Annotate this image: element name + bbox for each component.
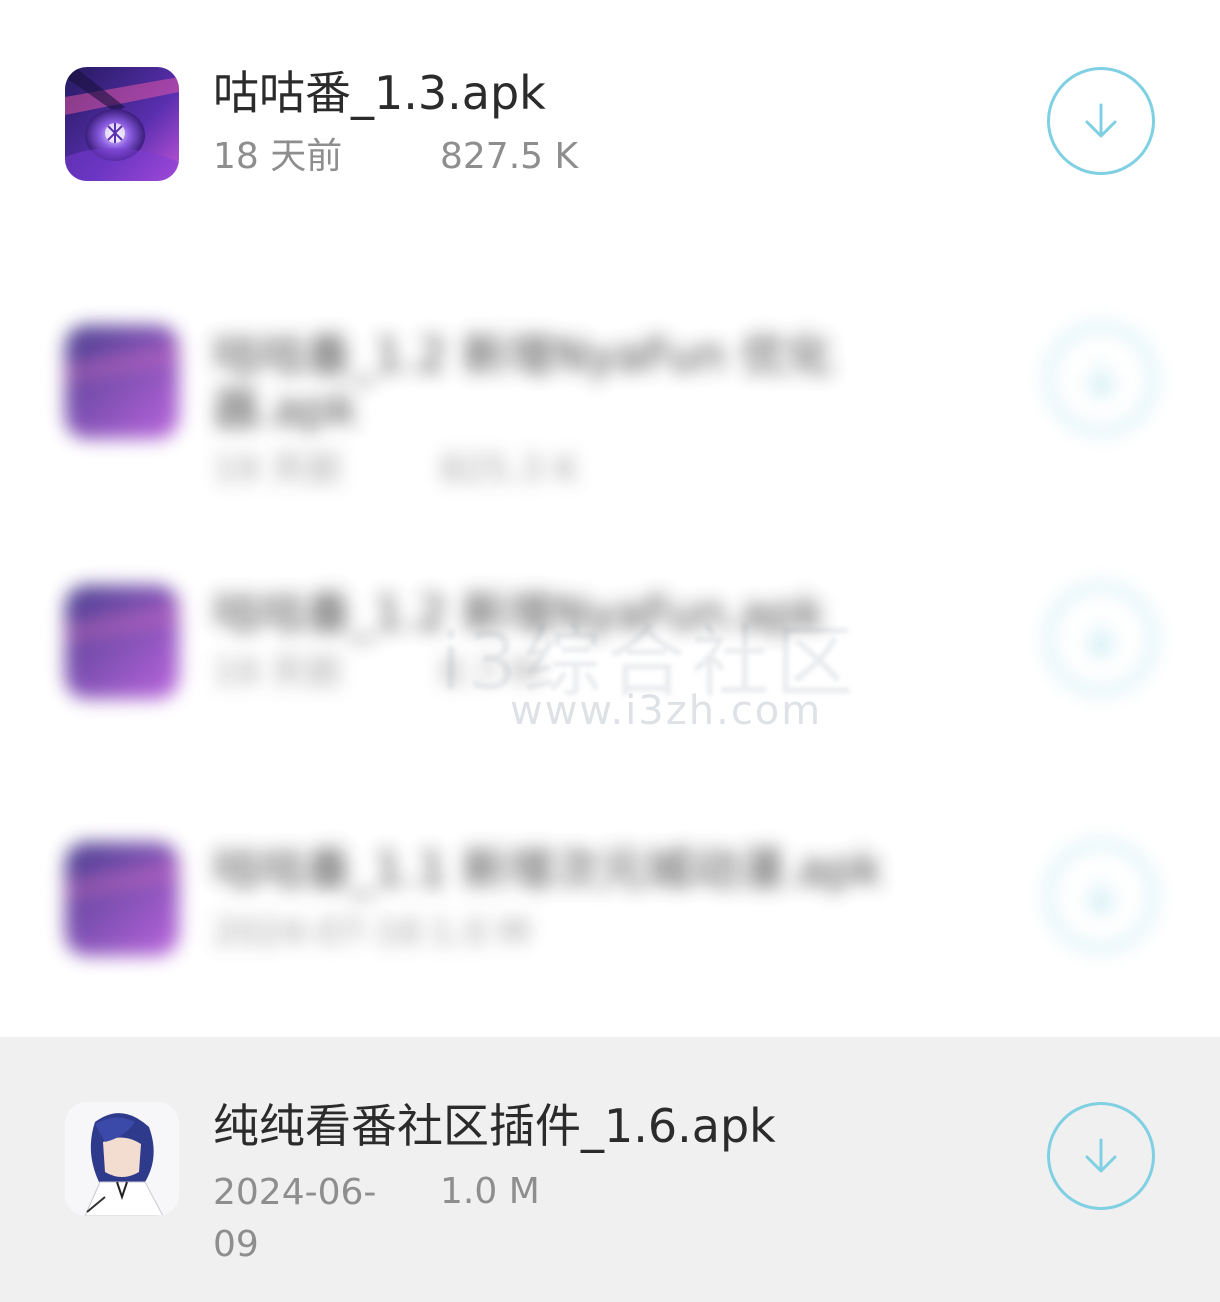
file-item-2[interactable]: 咕咕番_1.2 新增NyaFun 优化器.apk 19 天前 825.3 K bbox=[0, 300, 1220, 500]
app-icon bbox=[65, 585, 179, 699]
file-item-3[interactable]: 咕咕番_1.2 新增NyaFun.apk 19 天前 8.7 M bbox=[0, 560, 1220, 730]
file-title: 咕咕番_1.2 新增NyaFun.apk bbox=[213, 586, 825, 640]
file-date: 19 天前 bbox=[213, 449, 343, 490]
file-date: 2024-07-16 bbox=[213, 912, 423, 953]
app-icon bbox=[65, 67, 179, 181]
download-arrow-icon bbox=[1085, 621, 1117, 656]
file-size: 825.3 K bbox=[440, 449, 579, 490]
file-size: 827.5 K bbox=[440, 136, 579, 177]
download-button[interactable] bbox=[1047, 1102, 1155, 1210]
file-date: 2024-06- 09 bbox=[213, 1172, 377, 1265]
file-item-1[interactable]: 咕咕番_1.3.apk 18 天前 827.5 K bbox=[0, 40, 1220, 210]
file-date: 19 天前 bbox=[213, 652, 343, 693]
file-title: 咕咕番_1.1 新增次元城动漫.apk bbox=[213, 842, 883, 896]
download-arrow-icon bbox=[1085, 878, 1117, 913]
download-button[interactable] bbox=[1047, 325, 1155, 433]
app-icon bbox=[65, 842, 179, 956]
file-date: 18 天前 bbox=[213, 136, 343, 177]
download-button[interactable] bbox=[1047, 842, 1155, 950]
download-button[interactable] bbox=[1047, 585, 1155, 693]
file-size: 1.0 M bbox=[430, 912, 530, 953]
file-item-4[interactable]: 咕咕番_1.1 新增次元城动漫.apk 2024-07-16 1.0 M bbox=[0, 820, 1220, 990]
download-arrow-icon bbox=[1085, 1138, 1117, 1173]
file-title: 纯纯看番社区插件_1.6.apk bbox=[213, 1099, 776, 1153]
download-arrow-icon bbox=[1085, 103, 1117, 138]
file-size: 8.7 M bbox=[440, 652, 540, 693]
file-size: 1.0 M bbox=[440, 1171, 540, 1212]
download-arrow-icon bbox=[1085, 361, 1117, 396]
file-item-5[interactable]: 纯纯看番社区插件_1.6.apk 2024-06- 09 1.0 M bbox=[0, 1037, 1220, 1302]
file-title: 咕咕番_1.2 新增NyaFun 优化器.apk bbox=[213, 328, 833, 436]
file-title: 咕咕番_1.3.apk bbox=[213, 66, 546, 120]
app-icon bbox=[65, 325, 179, 439]
app-icon bbox=[65, 1102, 179, 1216]
download-button[interactable] bbox=[1047, 67, 1155, 175]
